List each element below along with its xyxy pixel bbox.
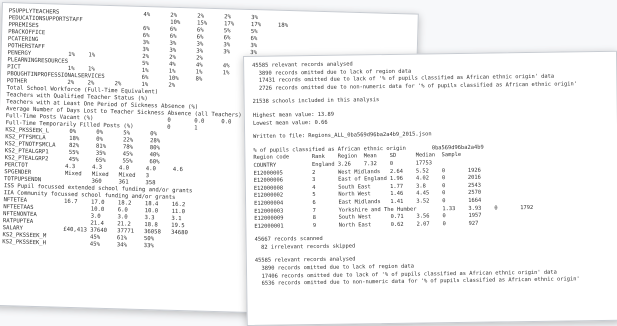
- foreground-terminal-output: 45585 relevant records analysed 3890 rec…: [244, 52, 617, 295]
- foreground-terminal-window[interactable]: 45585 relevant records analysed 3890 rec…: [243, 50, 617, 326]
